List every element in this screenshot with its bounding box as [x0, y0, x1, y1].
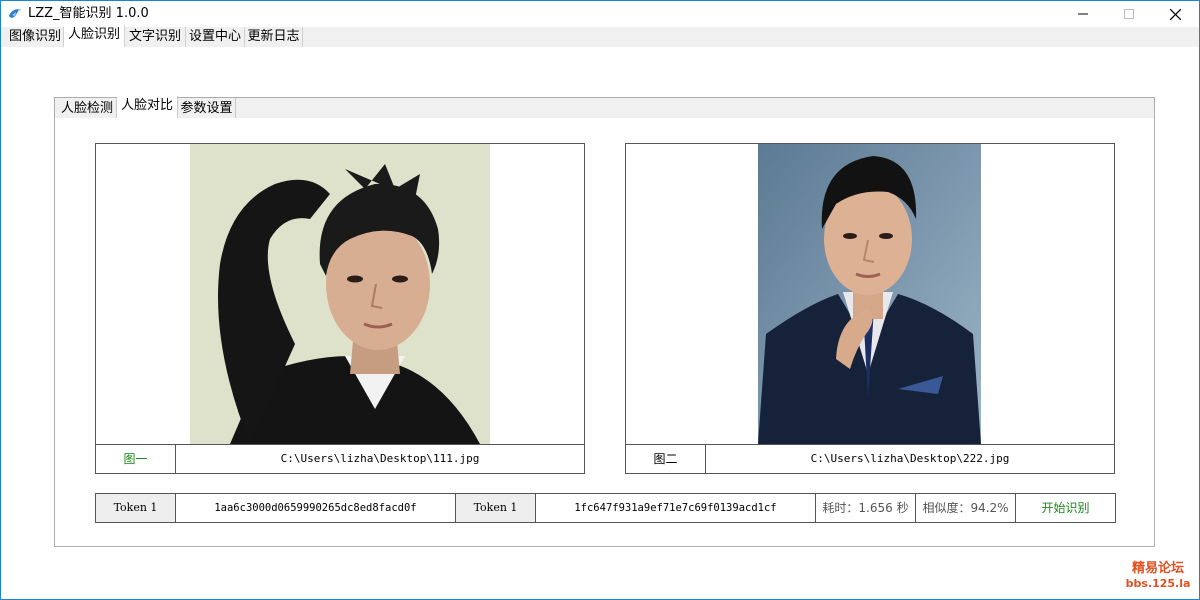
- maximize-icon: [1124, 9, 1134, 19]
- tab-text-recognition[interactable]: 文字识别: [125, 27, 186, 47]
- token1-label: Token 1: [96, 494, 176, 522]
- portrait1-image: [190, 144, 490, 444]
- minimize-button[interactable]: [1060, 1, 1106, 27]
- image1-photo[interactable]: [190, 144, 490, 444]
- image2-label: 图二: [626, 445, 706, 473]
- image2-caption: 图二 C:\Users\lizha\Desktop\222.jpg: [626, 444, 1114, 473]
- image1-path[interactable]: C:\Users\lizha\Desktop\111.jpg: [176, 445, 584, 473]
- start-recognition-button[interactable]: 开始识别: [1016, 494, 1115, 522]
- forum-watermark: 精易论坛 bbs.125.la: [1119, 561, 1197, 591]
- image2-photo[interactable]: [758, 144, 981, 444]
- tab-face-detect[interactable]: 人脸检测: [58, 98, 117, 118]
- token2-value[interactable]: 1fc647f931a9ef71e7c69f0139acd1cf: [536, 494, 816, 522]
- sub-tab-bar: 人脸检测 人脸对比 参数设置: [55, 96, 1154, 118]
- token2-label: Token 1: [456, 494, 536, 522]
- similarity-value: 相似度：94.2%: [916, 494, 1016, 522]
- app-window: LZZ_智能识别 1.0.0 图像识别 人脸识别 文字识别 设置中心 更新日志 …: [0, 0, 1200, 600]
- result-bar: Token 1 1aa6c3000d0659990265dc8ed8facd0f…: [95, 493, 1116, 523]
- title-bar: LZZ_智能识别 1.0.0: [1, 1, 1199, 27]
- image1-box[interactable]: 图一 C:\Users\lizha\Desktop\111.jpg: [95, 143, 585, 474]
- maximize-button[interactable]: [1106, 1, 1152, 27]
- window-title: LZZ_智能识别 1.0.0: [28, 6, 149, 21]
- portrait2-image: [758, 144, 981, 444]
- close-button[interactable]: [1152, 1, 1198, 27]
- token1-value[interactable]: 1aa6c3000d0659990265dc8ed8facd0f: [176, 494, 456, 522]
- tab-face-recognition[interactable]: 人脸识别: [64, 25, 125, 47]
- face-compare-panel: 人脸检测 人脸对比 参数设置 图一 C:\Users\lizha\Desktop…: [54, 96, 1155, 547]
- tab-update-log[interactable]: 更新日志: [245, 27, 303, 47]
- watermark-line1: 精易论坛: [1131, 561, 1184, 576]
- image2-box[interactable]: 图二 C:\Users\lizha\Desktop\222.jpg: [625, 143, 1115, 474]
- image1-label: 图一: [96, 445, 176, 473]
- image1-caption: 图一 C:\Users\lizha\Desktop\111.jpg: [96, 444, 584, 473]
- bird-app-icon: [9, 9, 21, 18]
- tab-settings-center[interactable]: 设置中心: [186, 27, 245, 47]
- elapsed-time: 耗时：1.656 秒: [816, 494, 916, 522]
- tab-image-recognition[interactable]: 图像识别: [7, 27, 64, 47]
- minimize-icon: [1078, 13, 1088, 15]
- close-icon: [1170, 9, 1181, 20]
- tab-parameters[interactable]: 参数设置: [178, 98, 236, 118]
- watermark-line2: bbs.125.la: [1125, 577, 1191, 590]
- image2-path[interactable]: C:\Users\lizha\Desktop\222.jpg: [706, 445, 1114, 473]
- tab-face-compare[interactable]: 人脸对比: [117, 96, 178, 118]
- main-tab-bar: 图像识别 人脸识别 文字识别 设置中心 更新日志: [1, 25, 1199, 47]
